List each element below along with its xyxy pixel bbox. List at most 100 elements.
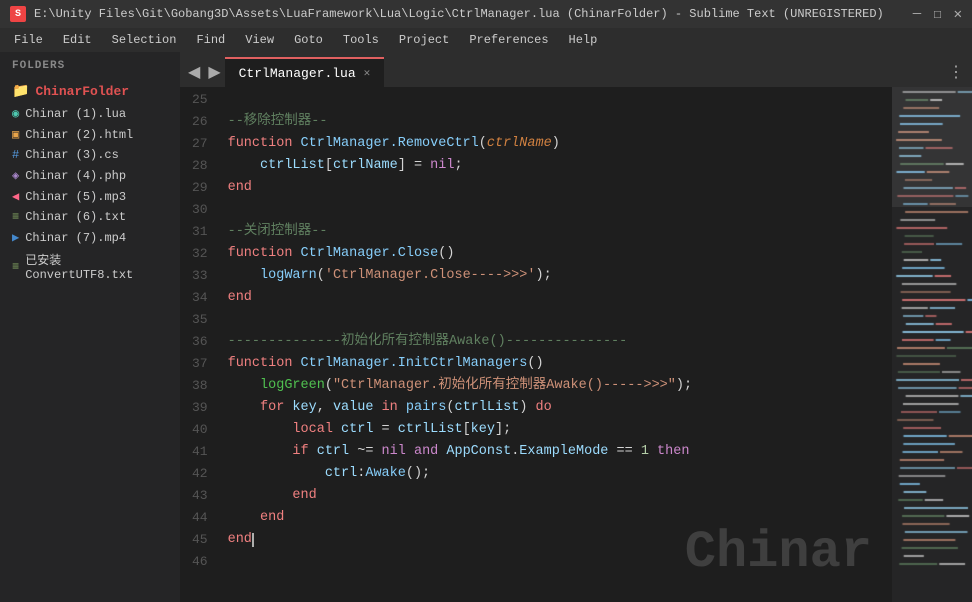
- editor[interactable]: 2526272829303132333435363738394041424344…: [180, 87, 972, 602]
- file-icon: ≡: [12, 260, 19, 274]
- code-line: function CtrlManager.InitCtrlManagers(): [228, 353, 892, 375]
- file-item-5[interactable]: ≡ Chinar (6).txt: [0, 207, 180, 227]
- menu-item-view[interactable]: View: [235, 28, 284, 52]
- menu-item-help[interactable]: Help: [559, 28, 608, 52]
- title-bar: S E:\Unity Files\Git\Gobang3D\Assets\Lua…: [0, 0, 972, 28]
- close-button[interactable]: ✕: [954, 6, 962, 23]
- file-icon: ≡: [12, 210, 19, 224]
- file-item-0[interactable]: ◉ Chinar (1).lua: [0, 103, 180, 124]
- line-number: 37: [192, 353, 208, 375]
- tab-next-button[interactable]: ▶: [204, 57, 224, 87]
- menu-item-goto[interactable]: Goto: [284, 28, 333, 52]
- file-item-1[interactable]: ▣ Chinar (2).html: [0, 124, 180, 145]
- file-list: ◉ Chinar (1).lua ▣ Chinar (2).html # Chinar (…: [0, 103, 180, 285]
- folder-chinar[interactable]: 📁 ChinarFolder: [0, 80, 180, 103]
- code-line: --关闭控制器--: [228, 221, 892, 243]
- line-number: 28: [192, 155, 208, 177]
- line-number: 38: [192, 375, 208, 397]
- code-line: --移除控制器--: [228, 111, 892, 133]
- code-line: ctrlList[ctrlName] = nil;: [228, 155, 892, 177]
- file-item-6[interactable]: ▶Chinar (7).mp4: [0, 227, 180, 248]
- file-icon: ◉: [12, 106, 19, 121]
- menu-item-tools[interactable]: Tools: [333, 28, 389, 52]
- menu-item-project[interactable]: Project: [389, 28, 459, 52]
- file-name: Chinar (6).txt: [25, 210, 126, 224]
- tab-label: CtrlManager.lua: [239, 66, 356, 81]
- window-controls[interactable]: — ☐ ✕: [913, 6, 962, 23]
- menu-item-find[interactable]: Find: [186, 28, 235, 52]
- line-number: 44: [192, 507, 208, 529]
- tab-ctrlmanager[interactable]: CtrlManager.lua ✕: [225, 57, 385, 87]
- line-number: 33: [192, 265, 208, 287]
- code-line: local ctrl = ctrlList[key];: [228, 419, 892, 441]
- line-number: 30: [192, 199, 208, 221]
- minimap: [892, 87, 972, 602]
- folder-icon: 📁: [12, 83, 29, 100]
- file-icon: ▶: [12, 230, 19, 245]
- minimize-button[interactable]: —: [913, 6, 921, 23]
- line-number: 41: [192, 441, 208, 463]
- code-line: [228, 309, 892, 331]
- code-line: end: [228, 485, 892, 507]
- line-number: 35: [192, 309, 208, 331]
- code-line: ctrl:Awake();: [228, 463, 892, 485]
- menu-item-file[interactable]: File: [4, 28, 53, 52]
- menu-bar: FileEditSelectionFindViewGotoToolsProjec…: [0, 28, 972, 52]
- file-name: 已安装ConvertUTF8.txt: [25, 251, 168, 282]
- file-name: Chinar (4).php: [25, 169, 126, 183]
- code-line: end: [228, 287, 892, 309]
- file-icon: ◈: [12, 168, 19, 183]
- tab-more-button[interactable]: ⋮: [940, 57, 972, 87]
- code-line: [228, 199, 892, 221]
- sidebar: FOLDERS 📁 ChinarFolder ◉ Chinar (1).lua ▣ C…: [0, 52, 180, 602]
- tab-bar: ◀ ▶ CtrlManager.lua ✕ ⋮: [180, 52, 972, 87]
- line-number: 27: [192, 133, 208, 155]
- main-area: FOLDERS 📁 ChinarFolder ◉ Chinar (1).lua ▣ C…: [0, 52, 972, 602]
- maximize-button[interactable]: ☐: [933, 6, 941, 23]
- file-name: Chinar (1).lua: [25, 107, 126, 121]
- code-line: end: [228, 529, 892, 551]
- code-line: end: [228, 507, 892, 529]
- code-line: end: [228, 177, 892, 199]
- code-line: for key, value in pairs(ctrlList) do: [228, 397, 892, 419]
- code-line: [228, 551, 892, 573]
- code-line: logGreen("CtrlManager.初始化所有控制器Awake()---…: [228, 375, 892, 397]
- file-item-4[interactable]: ◀ Chinar (5).mp3: [0, 186, 180, 207]
- code-line: function CtrlManager.Close(): [228, 243, 892, 265]
- file-name: Chinar (3).cs: [25, 148, 119, 162]
- line-number: 26: [192, 111, 208, 133]
- window-title: E:\Unity Files\Git\Gobang3D\Assets\LuaFr…: [34, 7, 884, 21]
- folder-name: ChinarFolder: [35, 84, 129, 99]
- line-number: 43: [192, 485, 208, 507]
- line-numbers: 2526272829303132333435363738394041424344…: [180, 87, 216, 602]
- code-content[interactable]: --移除控制器--function CtrlManager.RemoveCtrl…: [216, 87, 892, 602]
- code-line: [228, 89, 892, 111]
- tab-close-button[interactable]: ✕: [364, 66, 371, 80]
- code-line: if ctrl ~= nil and AppConst.ExampleMode …: [228, 441, 892, 463]
- line-number: 46: [192, 551, 208, 573]
- file-item-2[interactable]: # Chinar (3).cs: [0, 145, 180, 165]
- tab-prev-button[interactable]: ◀: [184, 57, 204, 87]
- line-number: 36: [192, 331, 208, 353]
- line-number: 42: [192, 463, 208, 485]
- menu-item-edit[interactable]: Edit: [53, 28, 102, 52]
- sidebar-header: FOLDERS: [0, 52, 180, 80]
- line-number: 31: [192, 221, 208, 243]
- file-name: Chinar (2).html: [25, 128, 133, 142]
- code-line: function CtrlManager.RemoveCtrl(ctrlName…: [228, 133, 892, 155]
- line-number: 39: [192, 397, 208, 419]
- file-icon: #: [12, 148, 19, 162]
- line-number: 40: [192, 419, 208, 441]
- menu-item-preferences[interactable]: Preferences: [459, 28, 558, 52]
- menu-item-selection[interactable]: Selection: [102, 28, 187, 52]
- file-name: Chinar (5).mp3: [25, 190, 126, 204]
- file-item-3[interactable]: ◈ Chinar (4).php: [0, 165, 180, 186]
- line-number: 34: [192, 287, 208, 309]
- line-number: 45: [192, 529, 208, 551]
- line-number: 32: [192, 243, 208, 265]
- editor-container: ◀ ▶ CtrlManager.lua ✕ ⋮ 2526272829303132…: [180, 52, 972, 602]
- file-icon: ▣: [12, 127, 19, 142]
- file-icon: ◀: [12, 189, 19, 204]
- line-number: 25: [192, 89, 208, 111]
- file-item-7[interactable]: ≡ 已安装ConvertUTF8.txt: [0, 248, 180, 285]
